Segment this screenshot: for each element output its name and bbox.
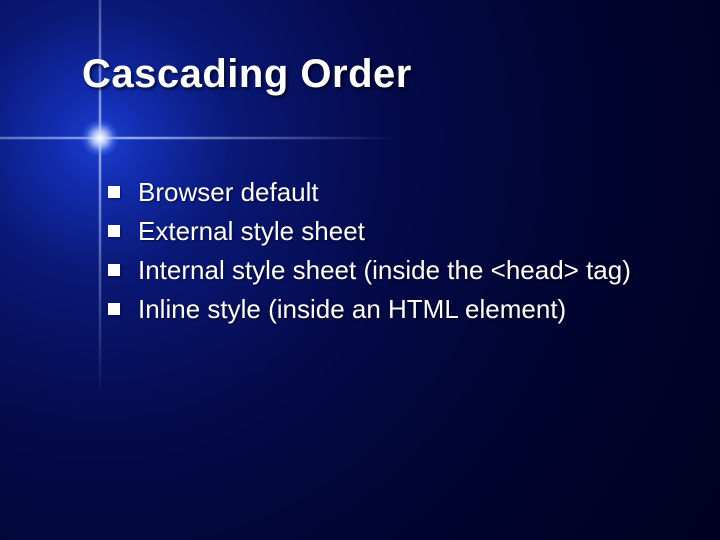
square-bullet-icon xyxy=(108,264,120,276)
lens-flare-core xyxy=(82,120,118,156)
list-item-text: External style sheet xyxy=(138,216,365,246)
square-bullet-icon xyxy=(108,186,120,198)
list-item-text: Browser default xyxy=(138,177,319,207)
list-item: Browser default xyxy=(108,174,660,211)
list-item: External style sheet xyxy=(108,213,660,250)
list-item-text: Inline style (inside an HTML element) xyxy=(138,294,566,324)
bullet-list: Browser default External style sheet Int… xyxy=(108,174,660,328)
slide: Cascading Order Browser default External… xyxy=(0,0,720,540)
square-bullet-icon xyxy=(108,225,120,237)
slide-title: Cascading Order xyxy=(82,52,412,97)
list-item: Inline style (inside an HTML element) xyxy=(108,291,660,328)
slide-body: Browser default External style sheet Int… xyxy=(108,174,660,330)
list-item-text: Internal style sheet (inside the <head> … xyxy=(138,255,631,285)
square-bullet-icon xyxy=(108,303,120,315)
list-item: Internal style sheet (inside the <head> … xyxy=(108,252,660,289)
